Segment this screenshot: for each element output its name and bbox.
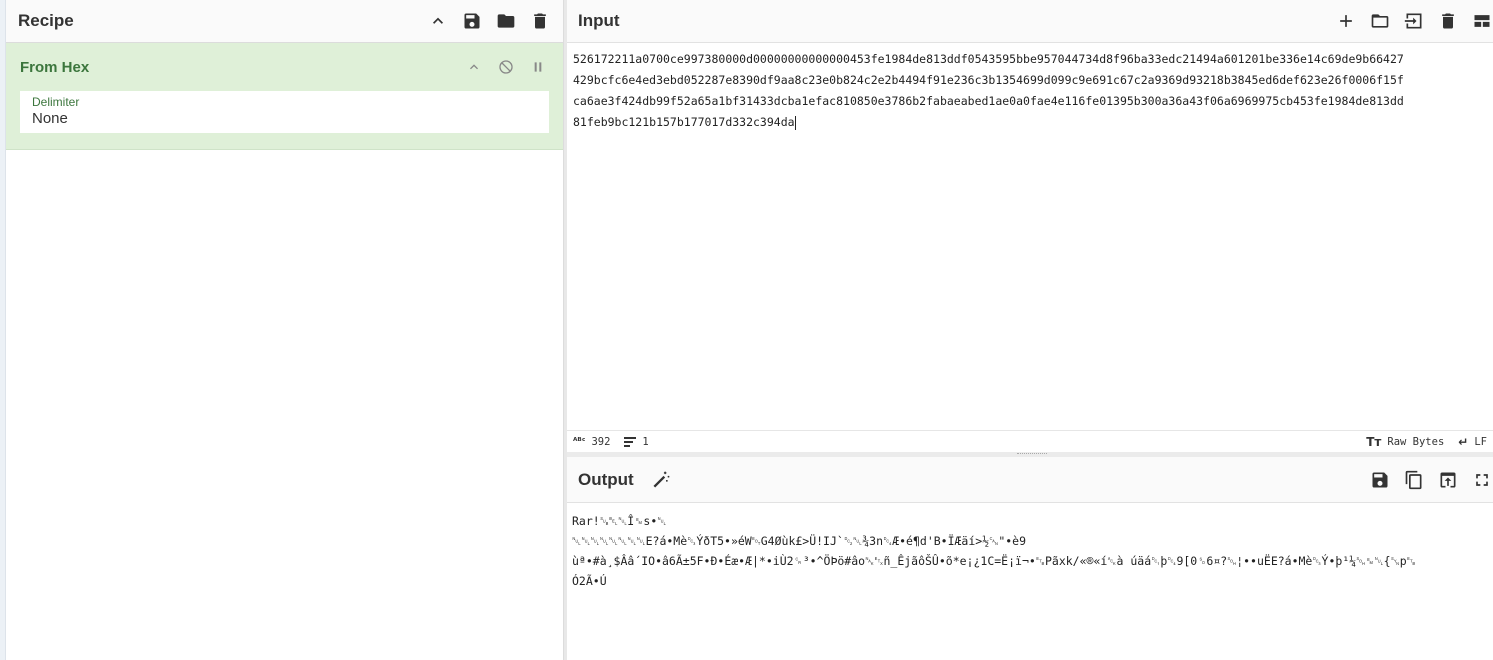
output-header-icons bbox=[1369, 469, 1493, 491]
trash-icon[interactable] bbox=[529, 10, 551, 32]
operation-controls bbox=[463, 56, 549, 78]
operation-from-hex[interactable]: From Hex Delimiter None bbox=[6, 43, 563, 150]
text-size-icon: Tт bbox=[1366, 434, 1382, 449]
open-folder-icon[interactable] bbox=[1369, 10, 1391, 32]
status-right: Tт Raw Bytes ↵ LF bbox=[1366, 435, 1487, 449]
eol-value: LF bbox=[1474, 435, 1487, 448]
input-line: 526172211a0700ce997380000d00000000000000… bbox=[573, 52, 1404, 66]
lines-icon bbox=[624, 436, 637, 447]
cyberchef-app: Recipe From Hex Delimiter None Input 526… bbox=[0, 0, 1493, 660]
length-stat: ᴬᴮᶜ 392 bbox=[573, 436, 610, 448]
operation-title: From Hex bbox=[20, 58, 90, 76]
operation-header: From Hex bbox=[20, 43, 549, 91]
save-output-icon[interactable] bbox=[1369, 469, 1391, 491]
eol-selector[interactable]: ↵ LF bbox=[1458, 435, 1487, 449]
input-line: ca6ae3f424db99f52a65a1bf31433dcba1efac81… bbox=[573, 94, 1404, 108]
output-panel: Output Rar!␚␇␀Î␙s•␀ ␀␀␀␀␀␀␀␀E?á•Mè␓ÝðT5•… bbox=[567, 457, 1493, 660]
input-title: Input bbox=[578, 11, 620, 30]
input-header-icons bbox=[1335, 10, 1493, 32]
output-textarea[interactable]: Rar!␚␇␀Î␙s•␀ ␀␀␀␀␀␀␀␀E?á•Mè␓ÝðT5•»éW␄G4Ø… bbox=[567, 507, 1493, 657]
input-header: Input bbox=[567, 0, 1493, 43]
delimiter-label: Delimiter bbox=[32, 95, 80, 109]
open-file-icon[interactable] bbox=[1403, 10, 1425, 32]
add-tab-icon[interactable] bbox=[1335, 10, 1357, 32]
length-value: 392 bbox=[591, 435, 611, 448]
input-panel: Input 526172211a0700ce997380000d00000000… bbox=[567, 0, 1493, 453]
replace-input-icon[interactable] bbox=[1437, 469, 1459, 491]
encoding-selector[interactable]: Tт Raw Bytes bbox=[1366, 435, 1444, 449]
lines-stat: 1 bbox=[624, 435, 649, 448]
abc-icon: ᴬᴮᶜ bbox=[573, 436, 586, 447]
recipe-header-icons bbox=[427, 10, 551, 32]
output-line: ùª•#à¸$Ââ´IO•â6Ã±5F•Ð•Éæ•Æ|*•iÙ2␍³•^ÖÞö#… bbox=[572, 554, 1416, 568]
splitter-grip bbox=[1017, 453, 1047, 455]
status-left: ᴬᴮᶜ 392 1 bbox=[573, 436, 649, 448]
delimiter-value[interactable]: None bbox=[32, 110, 537, 127]
fullscreen-icon[interactable] bbox=[1471, 469, 1493, 491]
output-title: Output bbox=[578, 469, 634, 489]
folder-icon[interactable] bbox=[495, 10, 517, 32]
output-line: Ó2Ã•Ú bbox=[572, 574, 607, 588]
text-cursor bbox=[794, 115, 796, 130]
recipe-panel: Recipe From Hex Delimiter None bbox=[6, 0, 564, 660]
recipe-title: Recipe bbox=[18, 11, 74, 30]
output-line: Rar!␚␇␀Î␙s•␀ bbox=[572, 514, 667, 528]
output-header: Output bbox=[567, 457, 1493, 503]
delimiter-field[interactable]: Delimiter None bbox=[20, 91, 549, 133]
magic-wand-icon[interactable] bbox=[650, 469, 672, 491]
output-title-wrap: Output bbox=[578, 469, 672, 491]
input-textarea[interactable]: 526172211a0700ce997380000d00000000000000… bbox=[567, 44, 1493, 430]
clear-input-icon[interactable] bbox=[1437, 10, 1459, 32]
encoding-value: Raw Bytes bbox=[1387, 435, 1445, 448]
lines-value: 1 bbox=[642, 435, 649, 448]
output-line: ␀␀␀␀␀␀␀␀E?á•Mè␓ÝðT5•»éW␄G4Øùk£>Ü!IJ`␒␀¾3… bbox=[572, 534, 1027, 548]
input-line: 81feb9bc121b157b177017d332c394da bbox=[573, 115, 795, 129]
copy-icon[interactable] bbox=[1403, 469, 1425, 491]
save-icon[interactable] bbox=[461, 10, 483, 32]
input-line: 429bcfc6e4ed3ebd052287e8390df9aa8c23e0b8… bbox=[573, 73, 1404, 87]
pause-icon[interactable] bbox=[527, 56, 549, 78]
collapse-icon[interactable] bbox=[463, 56, 485, 78]
layout-icon[interactable] bbox=[1471, 10, 1493, 32]
recipe-header: Recipe bbox=[6, 0, 563, 43]
disable-icon[interactable] bbox=[495, 56, 517, 78]
chevron-up-icon[interactable] bbox=[427, 10, 449, 32]
return-icon: ↵ bbox=[1458, 434, 1469, 449]
input-status-bar: ᴬᴮᶜ 392 1 Tт Raw Bytes ↵ LF bbox=[567, 430, 1493, 452]
